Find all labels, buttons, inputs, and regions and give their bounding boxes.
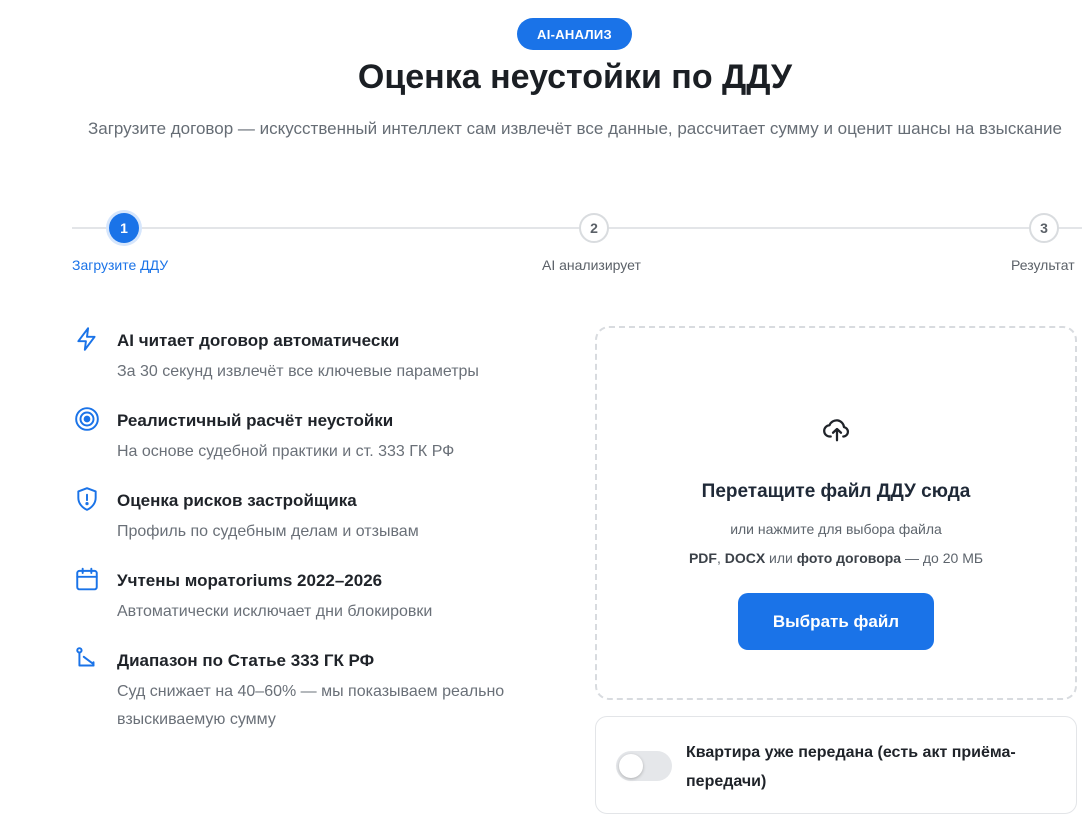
feature-description: Профиль по судебным делам и отзывам [117,523,419,540]
dropzone-hint: или нажмите для выбора файла [730,521,942,537]
feature-item: Оценка рисков застройщика Профиль по суд… [74,486,554,546]
range-icon [74,646,100,672]
step-3-indicator: 3 [1029,213,1059,243]
page-subtitle: Загрузите договор — искусственный интелл… [88,119,1062,138]
feature-title: AI читает договор автоматически [117,331,400,350]
step-3-label: Результат [1011,257,1075,273]
handover-label[interactable]: Квартира уже передана (есть акт приёма-п… [686,738,1056,796]
target-icon [74,406,100,432]
step-1-label: Загрузите ДДУ [72,257,169,273]
format-pdf: PDF [688,550,717,566]
stepper-track [72,227,1082,229]
page-title: Оценка неустойки по ДДУ [357,58,793,96]
feature-item: Диапазон по Статье 333 ГК РФ Суд снижает… [74,646,554,734]
cloud-upload-icon [822,414,852,444]
progress-stepper: 1 Загрузите ДДУ 2 AI анализирует 3 Резул… [0,206,1082,276]
toggle-knob [619,754,643,778]
handover-card: Квартира уже передана (есть акт приёма-п… [595,716,1077,814]
feature-description: Автоматически исключает дни блокировки [117,603,433,620]
shield-alert-icon [74,486,100,512]
feature-title: Реалистичный расчёт неустойки [117,411,394,430]
format-separator: или [765,550,797,566]
format-docx: DOCX [724,550,766,566]
feature-description: За 30 секунд извлечёт все ключевые парам… [117,363,479,380]
step-1-indicator: 1 [109,213,139,243]
page: AI-АНАЛИЗ Оценка неустойки по ДДУ Загруз… [0,0,1082,817]
feature-description: На основе судебной практики и ст. 333 ГК… [117,443,455,460]
feature-title: Учтены моратoriums 2022–2026 [117,571,383,590]
calendar-icon [74,566,100,592]
feature-item: Учтены моратoriums 2022–2026 Автоматичес… [74,566,554,626]
accepted-formats: PDF, DOCX или фото договора — до 20 МБ [597,550,1075,566]
feature-item: Реалистичный расчёт неустойки На основе … [74,406,554,466]
feature-item: AI читает договор автоматически За 30 се… [74,326,554,386]
handover-toggle[interactable] [616,751,672,781]
format-separator: , [716,550,725,566]
feature-title: Диапазон по Статье 333 ГК РФ [117,651,375,670]
step-2-label: AI анализирует [542,257,641,273]
feature-list: AI читает договор автоматически За 30 се… [74,326,554,734]
feature-description: Суд снижает на 40–60% — мы показываем ре… [117,683,505,728]
format-photo: фото договора [796,550,902,566]
choose-file-button[interactable]: Выбрать файл [738,593,934,650]
step-2-indicator: 2 [579,213,609,243]
dropzone-title: Перетащите файл ДДУ сюда [701,481,971,502]
ai-analysis-badge: AI-АНАЛИЗ [517,18,632,50]
size-limit: — до 20 МБ [901,550,984,566]
feature-title: Оценка рисков застройщика [117,491,357,510]
lightning-icon [74,326,100,352]
file-dropzone[interactable]: Перетащите файл ДДУ сюда или нажмите для… [595,326,1077,700]
